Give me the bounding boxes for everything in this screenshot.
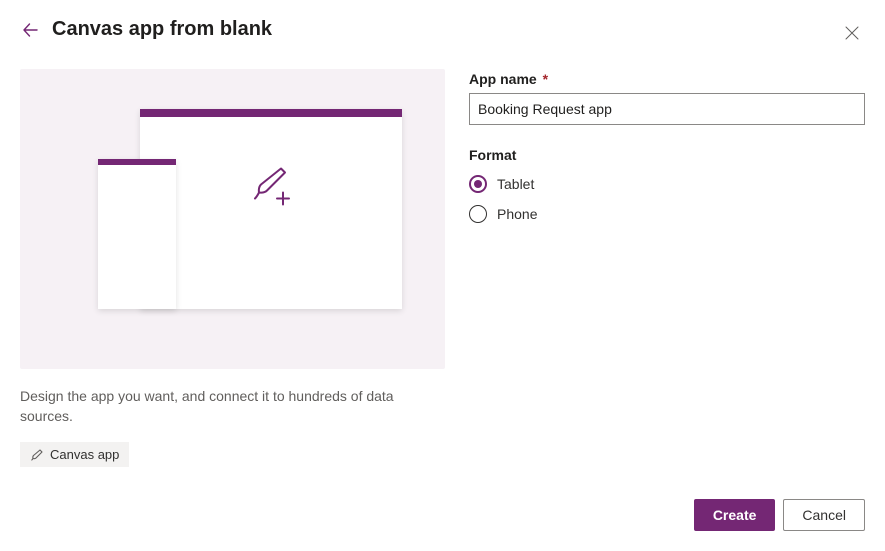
format-option-tablet[interactable]: Tablet [469, 175, 865, 193]
radio-label-phone: Phone [497, 206, 537, 222]
radio-selected-icon [469, 175, 487, 193]
arrow-left-icon [22, 22, 38, 38]
canvas-app-badge: Canvas app [20, 442, 129, 467]
brush-plus-icon [247, 163, 295, 211]
page-title: Canvas app from blank [52, 18, 272, 41]
tablet-mockup [140, 109, 402, 309]
app-name-label: App name * [469, 71, 865, 87]
cancel-button[interactable]: Cancel [783, 499, 865, 531]
format-label: Format [469, 147, 865, 163]
phone-mockup [98, 159, 176, 309]
create-button[interactable]: Create [694, 499, 776, 531]
format-field-group: Format Tablet Phone [469, 147, 865, 223]
back-arrow[interactable] [20, 20, 40, 40]
app-name-field-group: App name * [469, 71, 865, 125]
form-column: App name * Format Tablet Phone [469, 69, 865, 467]
badge-label: Canvas app [50, 447, 119, 462]
app-description: Design the app you want, and connect it … [20, 387, 400, 426]
brush-icon [30, 448, 44, 462]
radio-unselected-icon [469, 205, 487, 223]
dialog-footer: Create Cancel [694, 499, 865, 531]
preview-illustration [20, 69, 445, 369]
preview-column: Design the app you want, and connect it … [20, 69, 445, 467]
close-button[interactable] [843, 24, 861, 42]
format-option-phone[interactable]: Phone [469, 205, 865, 223]
close-icon [845, 26, 859, 40]
app-name-input[interactable] [469, 93, 865, 125]
required-mark: * [543, 71, 548, 87]
radio-label-tablet: Tablet [497, 176, 534, 192]
